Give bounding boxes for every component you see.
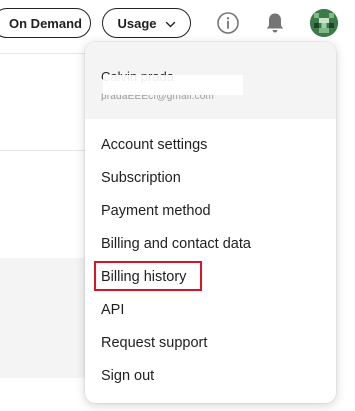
background-panel (0, 258, 85, 378)
account-menu-header: Calvin prada pradaEEEcf@gmail.com (85, 42, 336, 119)
top-bar: On Demand Usage (0, 0, 355, 46)
menu-item-payment-method[interactable]: Payment method (101, 200, 211, 222)
menu-item-account-settings[interactable]: Account settings (101, 134, 207, 156)
page: On Demand Usage pradaEEEcf@gmail.com Acc… (0, 0, 355, 411)
usage-label: Usage (117, 15, 157, 31)
redaction-overlay (103, 75, 243, 95)
divider (0, 150, 85, 151)
chevron-down-icon (165, 18, 176, 29)
highlight-box (94, 261, 202, 291)
usage-dropdown[interactable]: Usage (102, 8, 191, 38)
menu-item-sign-out[interactable]: Sign out (101, 365, 154, 387)
menu-item-billing-contact-data[interactable]: Billing and contact data (101, 233, 251, 255)
on-demand-button[interactable]: On Demand (0, 8, 91, 38)
on-demand-label: On Demand (9, 15, 82, 31)
account-menu: Calvin prada pradaEEEcf@gmail.com Accoun… (85, 42, 336, 403)
menu-item-api[interactable]: API (101, 299, 124, 321)
menu-item-request-support[interactable]: Request support (101, 332, 207, 354)
bell-icon[interactable] (263, 11, 287, 35)
menu-item-subscription[interactable]: Subscription (101, 167, 181, 189)
divider (0, 53, 85, 54)
info-icon[interactable] (216, 11, 240, 35)
avatar[interactable] (310, 9, 338, 37)
